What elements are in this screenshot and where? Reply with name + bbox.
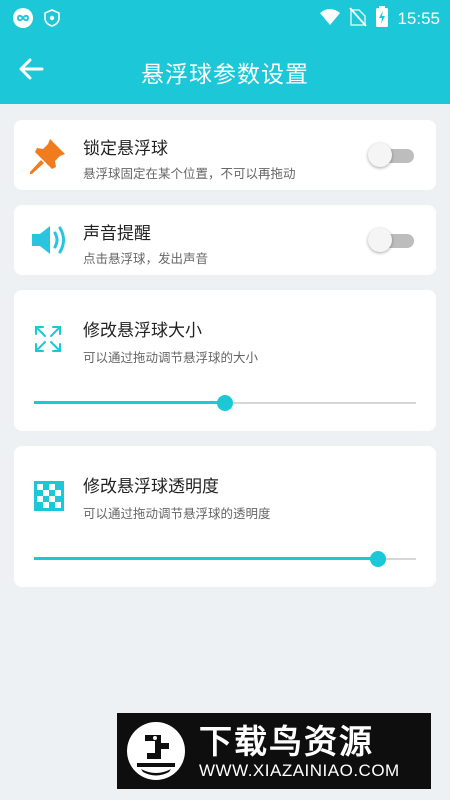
no-signal-icon <box>349 7 368 31</box>
lock-setting-card: 锁定悬浮球 悬浮球固定在某个位置，不可以再拖动 <box>14 120 436 190</box>
size-slider-fill <box>34 401 225 404</box>
status-right-icons: 15:55 <box>319 6 440 32</box>
wifi-icon <box>319 8 341 30</box>
sound-setting-title: 声音提醒 <box>83 224 151 244</box>
bird-logo-icon <box>125 719 187 787</box>
shield-icon <box>44 9 60 31</box>
status-bar: 15:55 <box>0 0 450 36</box>
resize-arrows-icon <box>32 323 64 359</box>
page-title: 悬浮球参数设置 <box>141 62 309 88</box>
pushpin-icon <box>28 136 68 180</box>
sound-toggle[interactable] <box>368 227 414 253</box>
size-slider-thumb[interactable] <box>217 395 233 411</box>
lock-toggle[interactable] <box>368 142 414 168</box>
opacity-slider-thumb[interactable] <box>369 551 386 567</box>
sound-toggle-thumb <box>368 228 392 252</box>
opacity-slider-fill <box>34 557 378 560</box>
status-left-icons <box>12 7 60 33</box>
infinity-icon <box>12 7 34 33</box>
lock-setting-description: 悬浮球固定在某个位置，不可以再拖动 <box>83 166 296 181</box>
lock-toggle-thumb <box>368 143 392 167</box>
transparency-checker-icon <box>34 481 64 515</box>
sound-setting-description: 点击悬浮球，发出声音 <box>83 251 209 266</box>
app-bar: 悬浮球参数设置 <box>0 36 450 104</box>
size-setting-card: 修改悬浮球大小 可以通过拖动调节悬浮球的大小 <box>14 290 436 431</box>
watermark-title: 下载鸟资源 <box>199 722 374 761</box>
opacity-slider[interactable] <box>34 549 416 569</box>
size-setting-description: 可以通过拖动调节悬浮球的大小 <box>83 350 259 365</box>
battery-charging-icon <box>375 6 389 32</box>
speaker-icon <box>30 223 68 261</box>
status-time: 15:55 <box>397 9 440 28</box>
opacity-setting-description: 可以通过拖动调节悬浮球的透明度 <box>83 506 271 521</box>
size-slider[interactable] <box>34 393 416 413</box>
watermark-banner: 下载鸟资源 WWW.XIAZAINIAO.COM <box>117 713 431 789</box>
opacity-setting-title: 修改悬浮球透明度 <box>83 477 219 497</box>
size-setting-title: 修改悬浮球大小 <box>83 321 202 341</box>
sound-setting-card: 声音提醒 点击悬浮球，发出声音 <box>14 205 436 275</box>
opacity-setting-card: 修改悬浮球透明度 可以通过拖动调节悬浮球的透明度 <box>14 446 436 587</box>
lock-setting-title: 锁定悬浮球 <box>83 139 168 159</box>
watermark-url: WWW.XIAZAINIAO.COM <box>199 761 400 780</box>
